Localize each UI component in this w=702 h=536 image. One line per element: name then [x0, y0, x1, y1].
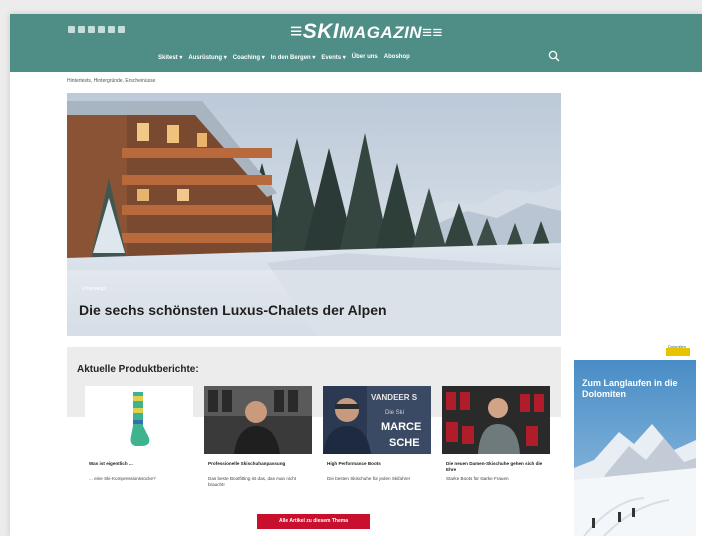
all-articles-button[interactable]: Alle Artikel zu diesem Thema — [257, 514, 370, 529]
card-image-boots: VANDEER S Die Ski MARCE SCHE — [323, 386, 431, 454]
card-description: Die besten Skischuhe für jeden Skifahrer — [327, 476, 411, 481]
card-image-womens-boots — [442, 386, 550, 454]
sign-line-3: MARCE — [381, 421, 421, 433]
hero-title[interactable]: Die sechs schönsten Luxus-Chalets der Al… — [79, 302, 387, 318]
card-description: Das beste Bootfitting ist das, das man n… — [208, 476, 297, 487]
ad-headline: Zum Langlaufen in die Dolomiten — [582, 378, 678, 399]
nav-item-events[interactable]: Events ▾ — [321, 54, 345, 61]
hero-kicker: Unterwegs — [82, 286, 106, 292]
product-card[interactable]: Professionelle Skischuhanpassung Das bes… — [204, 386, 312, 504]
youtube-icon[interactable] — [88, 26, 95, 33]
product-card[interactable]: VANDEER S Die Ski MARCE SCHE High Perfor… — [323, 386, 431, 504]
page: ≡SKIMAGAZIN≡≡ Skitest ▾ Ausrüstung ▾ Coa… — [10, 14, 702, 536]
card-description: Starke Boots für starke Frauen — [446, 476, 509, 481]
search-icon[interactable] — [548, 50, 560, 62]
instagram-icon[interactable] — [78, 26, 85, 33]
nav-item-coaching[interactable]: Coaching ▾ — [233, 54, 265, 61]
sidebar-advertisement[interactable]: Dolomiten Zum Langlaufen in die Dolomite… — [574, 340, 696, 536]
site-header: ≡SKIMAGAZIN≡≡ Skitest ▾ Ausrüstung ▾ Coa… — [10, 14, 702, 72]
nav-item-ueber-uns[interactable]: Über uns — [352, 54, 378, 61]
product-card[interactable]: Was ist eigentlich ... ... eine Ski-Komp… — [85, 386, 193, 504]
sign-line-2: Die Ski — [385, 410, 404, 416]
tiktok-icon[interactable] — [98, 26, 105, 33]
product-card[interactable]: Die neuen Damen-Skischuhe gehen sich die… — [442, 386, 550, 504]
social-links — [68, 26, 125, 33]
hero-article[interactable]: Unterwegs — [67, 93, 561, 336]
card-title: Professionelle Skischuhanpassung — [208, 461, 286, 466]
ad-brand-logo: Dolomiten — [668, 344, 687, 349]
facebook-icon[interactable] — [68, 26, 75, 33]
main-nav: Skitest ▾ Ausrüstung ▾ Coaching ▾ In den… — [158, 54, 410, 61]
product-reports-heading: Aktuelle Produktberichte: — [77, 364, 199, 375]
card-image-bootfitting — [204, 386, 312, 454]
site-logo[interactable]: ≡SKIMAGAZIN≡≡ — [290, 20, 443, 44]
ad-image — [574, 340, 696, 536]
breadcrumb[interactable]: Hintertests, Hintergründe, Erscheinüsse — [67, 78, 155, 84]
card-title: High Performance Boots — [327, 461, 381, 466]
product-cards: Was ist eigentlich ... ... eine Ski-Komp… — [85, 386, 550, 504]
nav-item-skitest[interactable]: Skitest ▾ — [158, 54, 182, 61]
sign-line-4: SCHE — [389, 437, 420, 449]
sign-line-1: VANDEER S — [371, 393, 418, 402]
card-image-socks — [85, 386, 193, 454]
card-title: Was ist eigentlich ... — [89, 461, 133, 466]
card-description: ... eine Ski-Kompressionssocke? — [89, 476, 156, 481]
mail-icon[interactable] — [108, 26, 115, 33]
nav-item-aboshop[interactable]: Aboshop — [384, 54, 410, 61]
card-title: Die neuen Damen-Skischuhe gehen sich die… — [446, 461, 543, 472]
nav-item-ausruestung[interactable]: Ausrüstung ▾ — [188, 54, 226, 61]
rss-icon[interactable] — [118, 26, 125, 33]
nav-item-in-den-bergen[interactable]: In den Bergen ▾ — [271, 54, 316, 61]
